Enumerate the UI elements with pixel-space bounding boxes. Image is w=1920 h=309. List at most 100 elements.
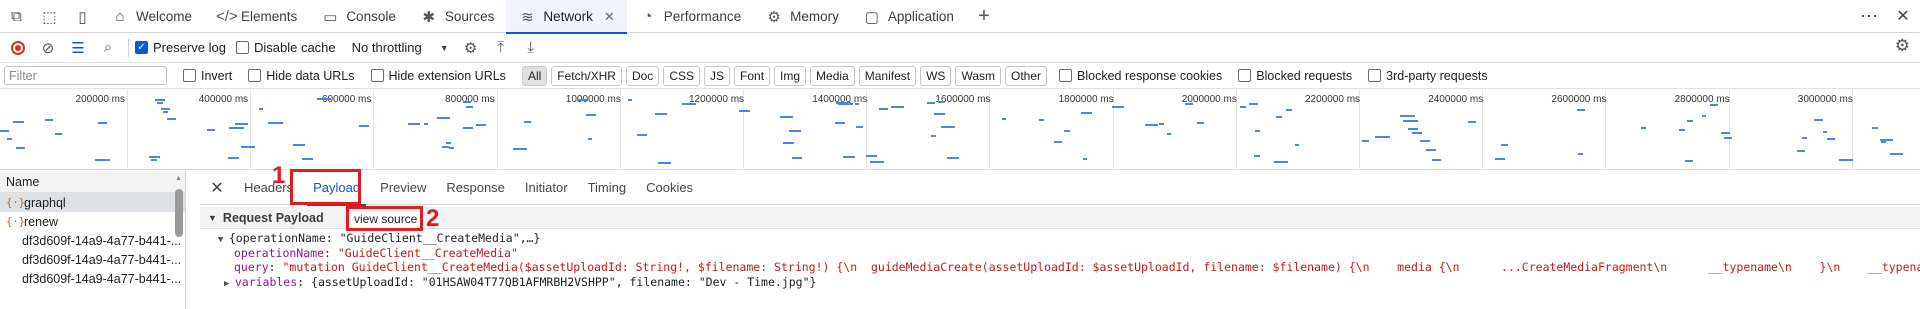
- filter-type-img[interactable]: Img: [774, 65, 807, 86]
- timeline-request-bar: [524, 121, 531, 123]
- blocked-cookies-checkbox[interactable]: Blocked response cookies: [1059, 69, 1222, 83]
- detail-tab-initiator[interactable]: Initiator: [515, 171, 578, 205]
- timeline-request-bar: [947, 157, 959, 159]
- filter-input[interactable]: [4, 66, 167, 85]
- request-row[interactable]: df3d609f-14a9-4a77-b441-...: [0, 250, 185, 269]
- tab-elements[interactable]: </> Elements: [204, 0, 309, 33]
- filter-type-media[interactable]: Media: [810, 65, 855, 86]
- expand-triangle-icon: ▼: [218, 235, 229, 245]
- import-har-button[interactable]: ⤒: [487, 35, 515, 61]
- timeline-gridline: [127, 90, 128, 170]
- preserve-log-box[interactable]: [135, 41, 148, 54]
- tab-label: Welcome: [136, 9, 193, 24]
- timeline-request-bar: [941, 126, 955, 128]
- blocked-requests-checkbox[interactable]: Blocked requests: [1238, 69, 1352, 83]
- network-overview-timeline[interactable]: 200000 ms 400000 ms 600000 ms 800000 ms 1000…: [0, 90, 1920, 170]
- timeline-request-bar: [938, 101, 945, 103]
- add-tab-button[interactable]: +: [966, 0, 1002, 32]
- hide-extension-urls-box[interactable]: [370, 69, 384, 82]
- timeline-request-bar: [1255, 130, 1260, 132]
- request-row[interactable]: {·} graphql: [0, 193, 185, 212]
- request-list-scrollbar[interactable]: ▲: [175, 175, 183, 305]
- invert-box[interactable]: [183, 69, 196, 82]
- close-devtools-icon[interactable]: ✕: [1886, 0, 1920, 32]
- tab-network[interactable]: ≋ Network ✕: [506, 0, 628, 34]
- timeline-request-bar: [866, 155, 877, 157]
- tab-label: Elements: [241, 9, 298, 24]
- third-party-checkbox[interactable]: 3rd-party requests: [1368, 69, 1488, 83]
- tab-performance[interactable]: ◔ Performance: [627, 0, 753, 33]
- third-party-box[interactable]: [1368, 69, 1382, 82]
- filter-type-wasm[interactable]: Wasm: [955, 65, 1001, 86]
- export-har-button[interactable]: ⤓: [517, 35, 545, 61]
- scrollbar-thumb[interactable]: [175, 189, 183, 237]
- timeline-request-bar: [259, 108, 263, 110]
- close-detail-icon[interactable]: ✕: [200, 178, 234, 198]
- timeline-tick-label: 1200000 ms: [689, 94, 745, 105]
- preserve-log-checkbox[interactable]: Preserve log: [135, 40, 226, 55]
- record-button[interactable]: [4, 35, 32, 61]
- tab-console[interactable]: ▭ Console: [309, 0, 408, 33]
- timeline-request-bar: [879, 108, 888, 110]
- scroll-up-icon[interactable]: ▲: [175, 175, 182, 182]
- search-button[interactable]: ⌕: [94, 35, 122, 61]
- throttling-select[interactable]: No throttling ▼: [346, 40, 455, 55]
- disable-cache-box[interactable]: [235, 41, 249, 54]
- detail-tab-cookies[interactable]: Cookies: [636, 171, 703, 205]
- device-toolbar-icon[interactable]: ⧉: [0, 0, 33, 33]
- name-column-header[interactable]: Name: [0, 171, 185, 193]
- filter-type-fetchxhr[interactable]: Fetch/XHR: [551, 65, 622, 86]
- bug-icon: ✱: [422, 8, 436, 26]
- close-tab-icon[interactable]: ✕: [604, 9, 615, 25]
- payload-summary-row[interactable]: ▼ {operationName: "GuideClient__CreateMe…: [200, 231, 1920, 246]
- tab-memory[interactable]: ⚙ Memory: [753, 0, 851, 33]
- disable-cache-checkbox[interactable]: Disable cache: [235, 40, 336, 55]
- request-row[interactable]: df3d609f-14a9-4a77-b441-...: [0, 231, 185, 250]
- blocked-requests-box[interactable]: [1238, 69, 1252, 82]
- request-row[interactable]: {·} renew: [0, 212, 185, 231]
- tab-label: Console: [346, 9, 396, 24]
- more-options-icon[interactable]: ⋯: [1852, 0, 1886, 32]
- filter-type-font[interactable]: Font: [734, 65, 771, 86]
- timeline-tick-label: 1800000 ms: [1058, 94, 1114, 105]
- request-row[interactable]: df3d609f-14a9-4a77-b441-...: [0, 269, 185, 288]
- network-conditions-button[interactable]: ⚙: [457, 35, 485, 61]
- tab-sources[interactable]: ✱ Sources: [408, 0, 507, 33]
- detail-tab-response[interactable]: Response: [436, 171, 515, 205]
- filter-type-all[interactable]: All: [521, 65, 548, 86]
- timeline-request-bar: [302, 158, 313, 160]
- timeline-request-bar: [241, 146, 255, 148]
- timeline-request-bar: [1081, 112, 1092, 114]
- timeline-request-bar: [1839, 159, 1853, 161]
- tab-application[interactable]: ▢ Application: [851, 0, 966, 33]
- filter-type-other[interactable]: Other: [1005, 65, 1048, 86]
- filter-type-css[interactable]: CSS: [663, 65, 700, 86]
- hide-data-urls-checkbox[interactable]: Hide data URLs: [248, 69, 355, 83]
- hide-data-urls-box[interactable]: [248, 69, 262, 82]
- tab-label: Memory: [790, 9, 839, 24]
- filter-toggle-button[interactable]: ☰: [64, 35, 92, 61]
- blocked-cookies-box[interactable]: [1059, 69, 1073, 82]
- tab-label: Performance: [663, 9, 742, 24]
- filter-type-ws[interactable]: WS: [920, 65, 952, 86]
- timeline-request-bar: [228, 157, 239, 159]
- filter-type-js[interactable]: JS: [704, 65, 731, 86]
- timeline-tick-label: 800000 ms: [445, 94, 495, 105]
- hide-extension-urls-checkbox[interactable]: Hide extension URLs: [370, 69, 506, 83]
- tab-welcome[interactable]: ⌂ Welcome: [99, 0, 204, 33]
- detail-tab-preview[interactable]: Preview: [370, 171, 436, 205]
- clear-button[interactable]: ⊘: [34, 35, 62, 61]
- timeline-request-bar: [1687, 120, 1693, 122]
- download-icon: ⤓: [527, 39, 534, 56]
- request-payload-header[interactable]: ▼ Request Payload: [200, 207, 1920, 229]
- filter-type-doc[interactable]: Doc: [625, 65, 660, 86]
- request-name: df3d609f-14a9-4a77-b441-...: [22, 271, 182, 286]
- detail-tab-timing[interactable]: Timing: [578, 171, 637, 205]
- inspect-element-icon[interactable]: ⬚: [33, 0, 66, 33]
- timeline-request-bar: [1495, 158, 1505, 160]
- invert-checkbox[interactable]: Invert: [183, 69, 232, 83]
- dock-side-icon[interactable]: ▯: [66, 0, 99, 33]
- variables-row[interactable]: ▶ variables: {assetUploadId: "01HSAW04T7…: [200, 275, 1920, 290]
- filter-type-manifest[interactable]: Manifest: [858, 65, 917, 86]
- network-settings-icon[interactable]: ⚙: [1895, 36, 1910, 56]
